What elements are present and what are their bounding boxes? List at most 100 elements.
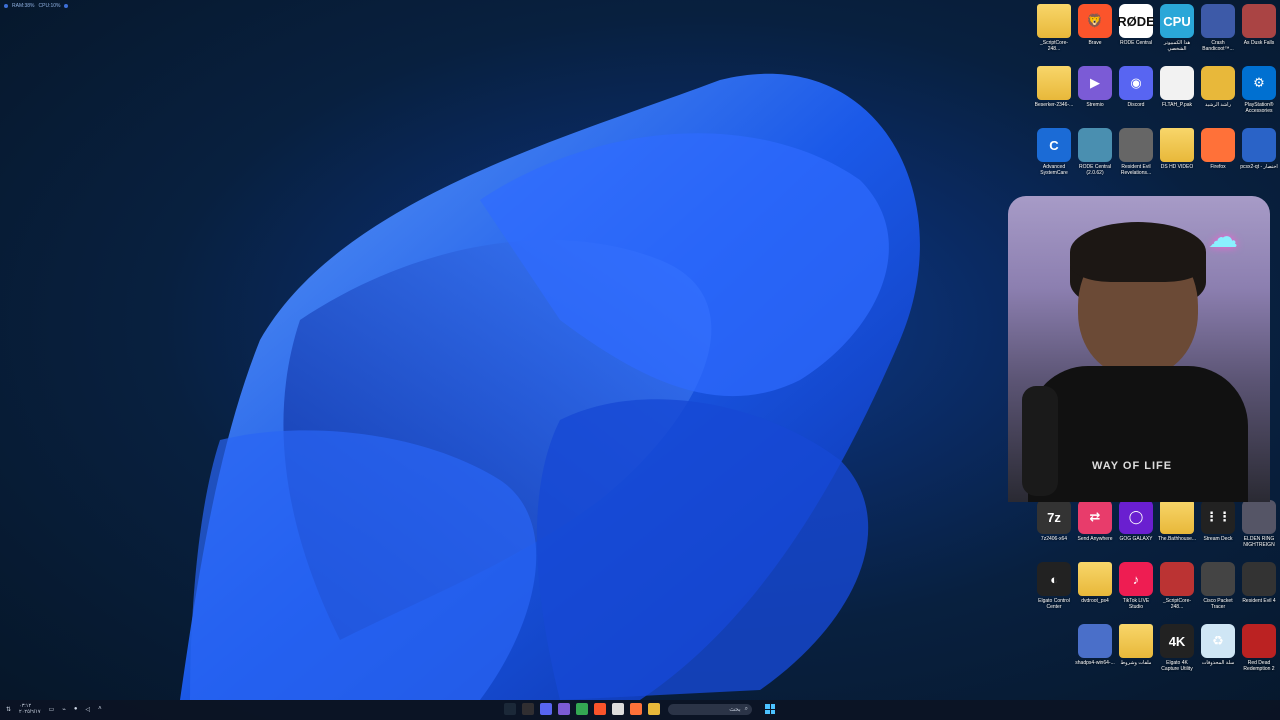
desktop-icon[interactable]: Resident Evil Revelations...	[1116, 128, 1156, 188]
ram-usage: RAM:38%	[12, 3, 35, 9]
search-icon: ⌕	[744, 706, 748, 712]
desktop-icon[interactable]: ◯ GOG GALAXY	[1116, 500, 1156, 560]
desktop-icon[interactable]: ♻ سلة المحذوفات	[1198, 624, 1238, 684]
desktop-icon[interactable]: راشد الرشيد	[1198, 66, 1238, 126]
send-anywhere-icon: ⇄	[1078, 500, 1112, 534]
taskbar-search[interactable]: بحث ⌕	[668, 704, 752, 715]
webcam-overlay: WAY OF LIFE ☁	[1008, 196, 1270, 502]
desktop-icon[interactable]: FLTAH_P.pak	[1157, 66, 1197, 126]
desktop-icon-label: Cisco Packet Tracer	[1203, 598, 1233, 610]
elgato-icon: ◐	[1037, 562, 1071, 596]
desktop-icon[interactable]: ملفات وشروط	[1116, 624, 1156, 684]
desktop-icon[interactable]: 7z 7z2406-x64	[1034, 500, 1074, 560]
desktop-icon-label: shadps4-win64-...	[1075, 660, 1115, 666]
desktop-icon-label: راشد الرشيد	[1204, 102, 1231, 108]
desktop-icon[interactable]: dvdroot_ps4	[1075, 562, 1115, 622]
neon-cloud-icon: ☁	[1208, 221, 1238, 254]
desktop-icon[interactable]: _ScriptCore-248...	[1157, 562, 1197, 622]
archive-icon	[1160, 562, 1194, 596]
file-explorer-icon[interactable]	[648, 703, 660, 715]
firefox-icon	[1201, 128, 1235, 162]
chrome-icon[interactable]	[576, 703, 588, 715]
desktop-icon-label: RODE Central	[1120, 40, 1152, 46]
playstation-icon: ⚙	[1242, 66, 1276, 100]
search-placeholder: بحث	[729, 707, 741, 713]
desktop-icon[interactable]: Red Dead Redemption 2	[1239, 624, 1279, 684]
desktop-icon[interactable]: ◐ Elgato Control Center	[1034, 562, 1074, 622]
elgato-4k-icon: 4K	[1160, 624, 1194, 658]
7zip-icon: 7z	[1037, 500, 1071, 534]
desktop-icon[interactable]: The.Bathhouse...	[1157, 500, 1197, 560]
user-folder-icon	[1201, 66, 1235, 100]
microphone-tray-icon[interactable]: ●	[74, 706, 78, 712]
desktop-icon[interactable]: ⋮⋮ Stream Deck	[1198, 500, 1238, 560]
desktop-icon[interactable]: pcsx2-qt - اختصار	[1239, 128, 1279, 188]
notion-icon[interactable]	[612, 703, 624, 715]
start-button[interactable]	[765, 704, 775, 714]
desktop-icon-label: Red Dead Redemption 2	[1243, 660, 1275, 672]
desktop-icon-label: 7z2406-x64	[1040, 536, 1068, 542]
desktop-icon[interactable]: DS HD VIDEO	[1157, 128, 1197, 188]
gog-icon: ◯	[1119, 500, 1153, 534]
desktop-icon[interactable]: ◉ Discord	[1116, 66, 1156, 126]
desktop-icon-label: Elgato 4K Capture Utility	[1161, 660, 1193, 672]
desktop-icon[interactable]: Firefox	[1198, 128, 1238, 188]
desktop-icon-label: Firefox	[1210, 164, 1226, 170]
desktop-icon[interactable]: Beserker-2346-...	[1034, 66, 1074, 126]
desktop-icon-label: ELDEN RING NIGHTREIGN	[1243, 536, 1275, 548]
desktop-icon-label: The.Bathhouse...	[1157, 536, 1197, 542]
desktop-icon[interactable]: shadps4-win64-...	[1075, 624, 1115, 684]
tiktok-icon: ♪	[1119, 562, 1153, 596]
stremio-icon[interactable]	[558, 703, 570, 715]
obs-icon[interactable]	[522, 703, 534, 715]
discord-icon: ◉	[1119, 66, 1153, 100]
desktop-icon[interactable]: ⇄ Send Anywhere	[1075, 500, 1115, 560]
brave-icon[interactable]	[594, 703, 606, 715]
firefox-icon[interactable]	[630, 703, 642, 715]
desktop-icon[interactable]: As Dusk Falls	[1239, 4, 1279, 64]
steam-icon[interactable]	[504, 703, 516, 715]
system-tray: ⇅ ٠٣:١٢ ٢٠٢٥/٦/١٧ ▭ ⌁ ● ◁ ˄	[6, 703, 102, 715]
desktop-icon[interactable]: Resident Evil 4	[1239, 562, 1279, 622]
volume-icon[interactable]: ◁	[86, 706, 91, 713]
recycle-bin-icon: ♻	[1201, 624, 1235, 658]
folder-icon	[1160, 128, 1194, 162]
notification-icon[interactable]: ▭	[49, 706, 55, 713]
pcsx2-icon	[1242, 128, 1276, 162]
desktop-icon-label: DS HD VIDEO	[1160, 164, 1194, 170]
show-hidden-icons-icon[interactable]: ˄	[98, 706, 102, 712]
computer-icon: CPU	[1160, 4, 1194, 38]
desktop-icon[interactable]: 🦁 Brave	[1075, 4, 1115, 64]
webcam-person-body	[1028, 366, 1248, 502]
clock-date: ٢٠٢٥/٦/١٧	[19, 709, 41, 715]
clock[interactable]: ٠٣:١٢ ٢٠٢٥/٦/١٧	[19, 703, 41, 715]
overlay-dot-icon	[64, 4, 69, 8]
desktop-icon-label: Resident Evil Revelations...	[1120, 164, 1152, 176]
desktop-icon[interactable]: Crash Bandicoot™...	[1198, 4, 1238, 64]
desktop-icon[interactable]: ♪ TikTok LIVE Studio	[1116, 562, 1156, 622]
desktop-icon[interactable]: RØDE RODE Central	[1116, 4, 1156, 64]
discord-icon[interactable]	[540, 703, 552, 715]
desktop-icon[interactable]: ⚙ PlayStation® Accessories	[1239, 66, 1279, 126]
game-icon	[1119, 128, 1153, 162]
desktop-icon-label: FLTAH_P.pak	[1161, 102, 1192, 108]
desktop-icon[interactable]: 4K Elgato 4K Capture Utility	[1157, 624, 1197, 684]
desktop-icon[interactable]: ELDEN RING NIGHTREIGN	[1239, 500, 1279, 560]
rode-icon: RØDE	[1117, 4, 1155, 38]
desktop-icon-label: Elgato Control Center	[1038, 598, 1070, 610]
network-icon[interactable]: ⌁	[62, 706, 66, 713]
desktop-icon[interactable]: ▶ Stremio	[1075, 66, 1115, 126]
desktop-icon-label: _ScriptCore-248...	[1162, 598, 1192, 610]
desktop-icon[interactable]: Cisco Packet Tracer	[1198, 562, 1238, 622]
brave-icon: 🦁	[1078, 4, 1112, 38]
shadps4-icon	[1078, 624, 1112, 658]
desktop-icon-label: Send Anywhere	[1077, 536, 1113, 542]
desktop-icon-label: Beserker-2346-...	[1034, 102, 1074, 108]
desktop-icon[interactable]: _ScriptCore-248...	[1034, 4, 1074, 64]
desktop-icon[interactable]: C Advanced SystemCare	[1034, 128, 1074, 188]
language-icon[interactable]: ⇅	[6, 706, 11, 713]
desktop-icon[interactable]: CPU هذا الكمبيوتر الشخصي	[1157, 4, 1197, 64]
desktop-icon[interactable]: RODE Central (2.0.62)	[1075, 128, 1115, 188]
performance-overlay: RAM:38% CPU:10%	[4, 3, 69, 9]
windows-logo-icon	[765, 704, 770, 709]
